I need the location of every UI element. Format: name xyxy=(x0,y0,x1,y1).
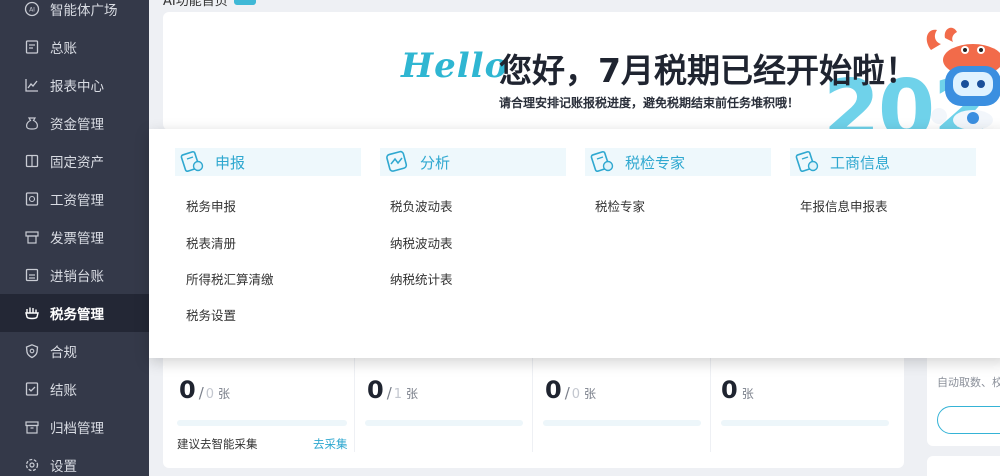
tax-check-icon xyxy=(589,150,617,174)
sidebar: AI 智能体广场 总账 报表中心 资金管理 固定资产 工资管理 发票管理 进销台… xyxy=(0,0,149,476)
inventory-icon xyxy=(24,267,40,283)
ledger-icon xyxy=(24,39,40,55)
menu-column-title: 申报 xyxy=(215,153,246,172)
gear-icon xyxy=(24,457,40,473)
menu-column-title: 工商信息 xyxy=(830,153,891,172)
sidebar-item-agent-plaza[interactable]: AI 智能体广场 xyxy=(0,0,149,28)
business-info-icon xyxy=(794,150,822,174)
sidebar-item-label: 归档管理 xyxy=(50,421,104,437)
menu-link-annual-report[interactable]: 年报信息申报表 xyxy=(800,196,888,215)
stat-progress-bar xyxy=(177,420,347,426)
robot-mascot-icon xyxy=(926,27,1000,130)
promo-banner: 202 Hello 您好，7月税期已经开始啦！ 请合理安排记账报税进度，避免税期… xyxy=(163,12,1000,130)
title-tag xyxy=(233,0,256,5)
salary-icon xyxy=(24,191,40,207)
sidebar-item-label: 进销台账 xyxy=(50,269,104,285)
menu-column-declare: 申报 xyxy=(175,148,361,176)
banner-subline: 请合理安排记账报税进度，避免税期结束前任务堆积哦！ xyxy=(499,96,800,110)
banner-hello: Hello xyxy=(401,46,509,86)
sidebar-item-general-ledger[interactable]: 总账 xyxy=(0,28,149,66)
menu-link-tax-payment-fluctuation[interactable]: 纳税波动表 xyxy=(390,233,453,252)
menu-link-tax-burden-fluctuation[interactable]: 税负波动表 xyxy=(390,196,453,215)
stat-value: 0/0 张 xyxy=(545,376,597,404)
checkout-icon xyxy=(24,381,40,397)
sidebar-item-label: 发票管理 xyxy=(50,231,104,247)
sidebar-item-label: 资金管理 xyxy=(50,117,104,133)
menu-link-tax-settings[interactable]: 税务设置 xyxy=(186,305,236,324)
sidebar-item-label: 工资管理 xyxy=(50,193,104,209)
stat-value: 0/0 张 xyxy=(179,376,231,404)
sidebar-item-tax-management[interactable]: 税务管理 xyxy=(0,294,149,332)
chart-icon xyxy=(24,77,40,93)
sidebar-item-archive[interactable]: 归档管理 xyxy=(0,408,149,446)
stats-panel: 0/0 张 建议去智能采集 去采集 0/1 张 0/0 张 0张 xyxy=(163,340,904,468)
sidebar-item-label: 合规 xyxy=(50,345,77,361)
tax-management-mega-menu: 申报 分析 税检专家 工商信息 税务申报 税表清册 所得税汇算清缴 税务设置 税… xyxy=(149,129,1000,358)
sidebar-item-compliance[interactable]: 合规 xyxy=(0,332,149,370)
menu-link-tax-check-expert[interactable]: 税检专家 xyxy=(595,196,645,215)
ai-icon: AI xyxy=(24,1,40,17)
stat-progress-bar xyxy=(721,420,889,426)
sidebar-item-label: 设置 xyxy=(50,459,77,475)
sidebar-item-label: 税务管理 xyxy=(50,307,104,323)
sidebar-item-settings[interactable]: 设置 xyxy=(0,446,149,476)
sidebar-item-closing[interactable]: 结账 xyxy=(0,370,149,408)
menu-link-tax-statistics[interactable]: 纳税统计表 xyxy=(390,269,453,288)
stat-value: 0张 xyxy=(721,376,754,404)
svg-text:AI: AI xyxy=(29,7,35,14)
menu-column-tax-check: 税检专家 xyxy=(585,148,771,176)
analysis-icon xyxy=(384,150,412,174)
menu-column-title: 税检专家 xyxy=(625,153,686,172)
tax-hand-icon xyxy=(24,305,40,321)
menu-column-business-info: 工商信息 xyxy=(790,148,976,176)
secondary-card xyxy=(927,456,1000,476)
page-title: AI功能首页 xyxy=(163,0,228,9)
sidebar-item-funds[interactable]: 资金管理 xyxy=(0,104,149,142)
declare-icon xyxy=(179,150,207,174)
sidebar-item-salary[interactable]: 工资管理 xyxy=(0,180,149,218)
archive-icon xyxy=(24,419,40,435)
sidebar-item-label: 总账 xyxy=(50,41,77,57)
page-header: AI功能首页 xyxy=(163,0,256,9)
invoice-icon xyxy=(24,229,40,245)
menu-link-tax-form-list[interactable]: 税表清册 xyxy=(186,233,236,252)
menu-column-analysis: 分析 xyxy=(380,148,566,176)
sidebar-item-fixed-assets[interactable]: 固定资产 xyxy=(0,142,149,180)
asset-icon xyxy=(24,153,40,169)
menu-link-tax-declaration[interactable]: 税务申报 xyxy=(186,196,236,215)
sidebar-item-inventory[interactable]: 进销台账 xyxy=(0,256,149,294)
sidebar-item-label: 结账 xyxy=(50,383,77,399)
stat-value: 0/1 张 xyxy=(367,376,419,404)
stat-hint: 建议去智能采集 xyxy=(177,437,258,451)
shield-icon xyxy=(24,343,40,359)
sidebar-item-label: 智能体广场 xyxy=(50,3,118,19)
auto-fetch-button[interactable] xyxy=(937,406,1000,434)
auto-fetch-text: 自动取数、校 xyxy=(937,376,1000,389)
sidebar-item-label: 报表中心 xyxy=(50,79,104,95)
sidebar-item-invoice[interactable]: 发票管理 xyxy=(0,218,149,256)
banner-headline: 您好，7月税期已经开始啦！ xyxy=(499,51,918,90)
money-bag-icon xyxy=(24,115,40,131)
stat-progress-bar xyxy=(543,420,701,426)
sidebar-item-label: 固定资产 xyxy=(50,155,104,171)
stat-progress-bar xyxy=(365,420,523,426)
menu-column-title: 分析 xyxy=(420,153,451,172)
menu-link-income-tax-settlement[interactable]: 所得税汇算清缴 xyxy=(186,269,274,288)
sidebar-item-report-center[interactable]: 报表中心 xyxy=(0,66,149,104)
collect-link[interactable]: 去采集 xyxy=(313,436,348,452)
